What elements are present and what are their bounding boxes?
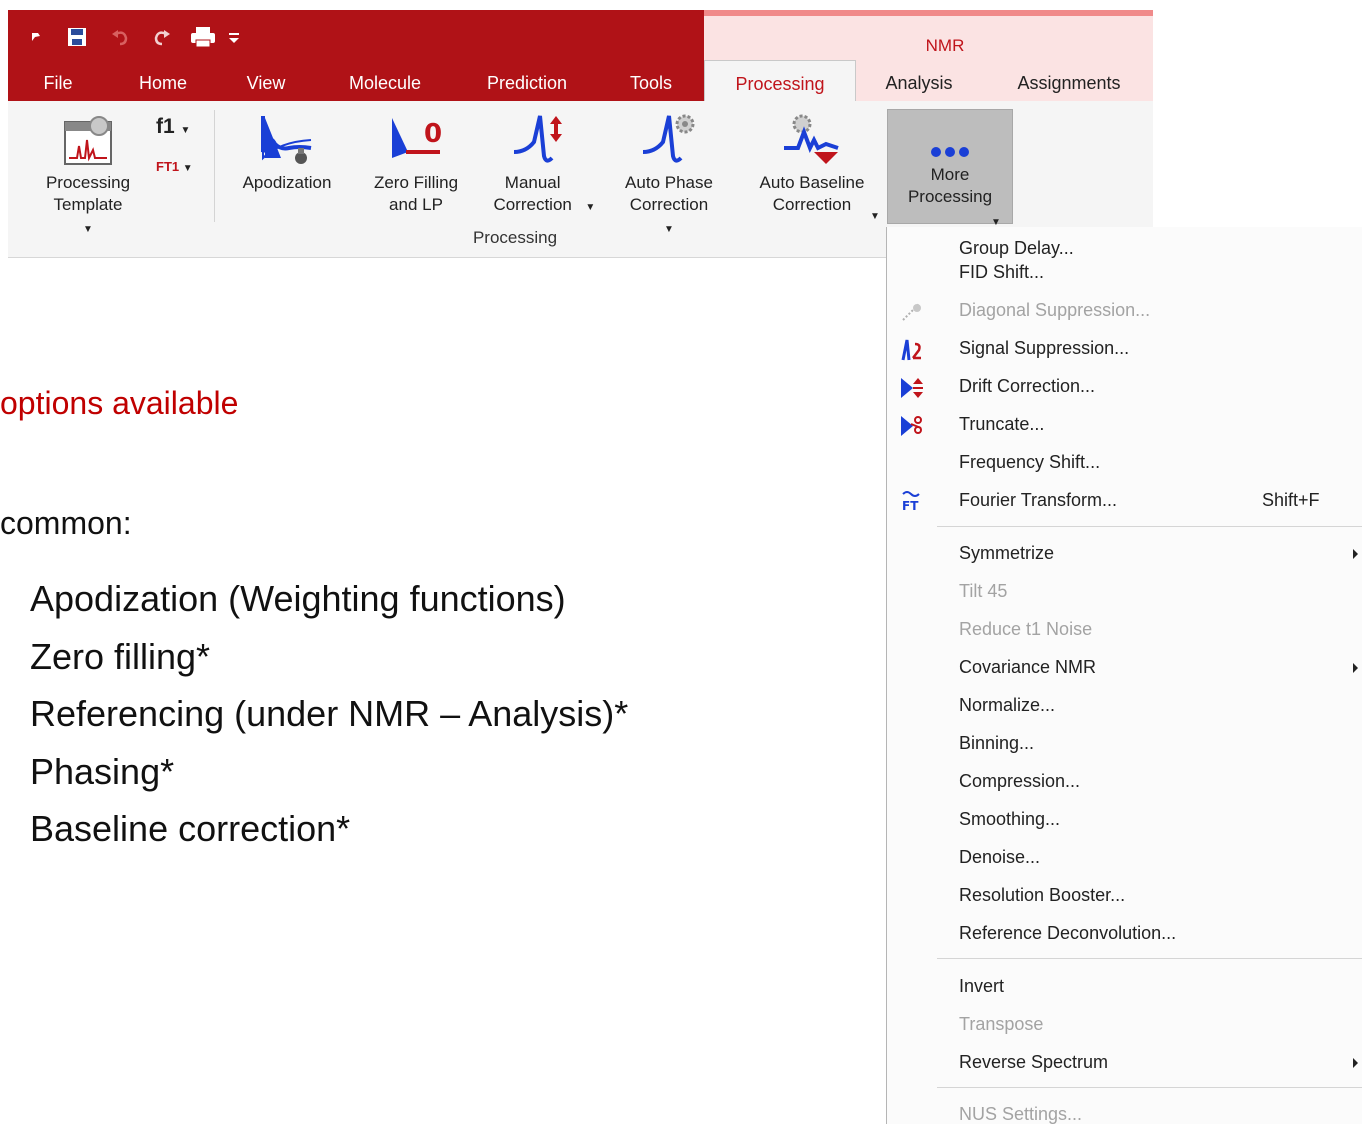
dimension-selector[interactable]: f1 ▼: [156, 116, 206, 142]
menu-item-reverse-spectrum[interactable]: Reverse Spectrum: [959, 1052, 1108, 1073]
customize-toolbar-icon[interactable]: [228, 24, 240, 50]
menu-item-signal-suppression[interactable]: Signal Suppression...: [959, 338, 1129, 359]
auto-phase-label: Auto Phase Correction: [625, 173, 713, 214]
apodization-button[interactable]: Apodization: [228, 112, 346, 194]
menu-separator: [937, 1087, 1362, 1088]
processing-template-button[interactable]: Processing Template ▼: [30, 116, 146, 241]
tab-file[interactable]: File: [40, 66, 76, 100]
menu-item-diagonal-suppression[interactable]: Diagonal Suppression...: [959, 300, 1150, 321]
auto-baseline-label: Auto Baseline Correction: [759, 173, 865, 214]
menu-item-compression[interactable]: Compression...: [959, 771, 1080, 792]
redo-icon[interactable]: [150, 24, 172, 50]
list-item: Referencing (under NMR – Analysis)*: [30, 693, 629, 734]
svg-text:FT: FT: [902, 499, 919, 512]
more-processing-content[interactable]: More Processing ▼: [887, 140, 1013, 228]
app-menu-icon[interactable]: [30, 24, 42, 50]
tab-processing[interactable]: Processing: [704, 60, 856, 103]
auto-baseline-button[interactable]: Auto Baseline Correction ▼: [742, 112, 882, 222]
tab-analysis[interactable]: Analysis: [878, 66, 960, 100]
list-item: Baseline correction*: [30, 808, 351, 849]
save-icon[interactable]: [66, 24, 88, 50]
auto-phase-icon: [642, 114, 695, 163]
list-item: Zero filling*: [30, 635, 211, 677]
tab-tools[interactable]: Tools: [622, 66, 680, 100]
fourier-shortcut-label: Shift+F: [1262, 490, 1320, 510]
apodization-icon: [261, 116, 312, 164]
menu-item-symmetrize[interactable]: Symmetrize: [959, 543, 1054, 564]
manual-phase-icon: [513, 115, 562, 163]
submenu-arrow-icon: [1353, 1058, 1358, 1068]
fourier-transform-icon: FT: [902, 491, 920, 512]
processing-template-label: Processing Template: [45, 173, 131, 214]
menu-item-reduce-t1-noise[interactable]: Reduce t1 Noise: [959, 619, 1092, 640]
menu-item-resolution-booster[interactable]: Resolution Booster...: [959, 885, 1125, 906]
menu-item-truncate[interactable]: Truncate...: [959, 414, 1044, 435]
tab-view[interactable]: View: [240, 66, 292, 100]
ft1-selector[interactable]: FT1 ▼: [156, 156, 206, 180]
menu-item-frequency-shift[interactable]: Frequency Shift...: [959, 452, 1100, 473]
submenu-arrow-icon: [1353, 549, 1358, 559]
menu-item-group-delay[interactable]: Group Delay...: [959, 238, 1074, 259]
menu-item-drift-correction[interactable]: Drift Correction...: [959, 376, 1095, 397]
ft1-label: FT1: [156, 159, 180, 174]
menu-item-invert[interactable]: Invert: [959, 976, 1004, 997]
list-item: Phasing*: [30, 750, 175, 792]
signal-suppression-icon: [901, 339, 921, 361]
processing-steps-list: Apodization (Weighting functions) Zero f…: [30, 577, 628, 865]
processing-group-label: Processing: [472, 228, 558, 247]
print-icon[interactable]: [190, 24, 216, 50]
menu-item-denoise[interactable]: Denoise...: [959, 847, 1040, 868]
diagonal-suppression-icon: [902, 303, 921, 321]
manual-correction-button[interactable]: Manual Correction ▼: [484, 112, 596, 219]
tab-prediction[interactable]: Prediction: [478, 66, 576, 100]
processing-template-icon: [64, 116, 112, 165]
list-item: Apodization (Weighting functions): [30, 578, 566, 619]
menu-item-reference-deconvolution[interactable]: Reference Deconvolution...: [959, 923, 1176, 944]
tab-molecule[interactable]: Molecule: [340, 66, 430, 100]
menu-item-smoothing[interactable]: Smoothing...: [959, 809, 1060, 830]
menu-item-fourier-transform[interactable]: Fourier Transform...: [959, 490, 1117, 511]
menu-separator: [937, 958, 1362, 959]
menu-item-normalize[interactable]: Normalize...: [959, 695, 1055, 716]
auto-baseline-icon: [784, 114, 839, 164]
zero-filling-icon: 0: [392, 118, 442, 158]
drift-correction-icon: [901, 378, 923, 398]
menu-separator: [937, 526, 1362, 527]
menu-item-binning[interactable]: Binning...: [959, 733, 1034, 754]
more-dots-icon: [931, 147, 969, 157]
menu-item-tilt-45[interactable]: Tilt 45: [959, 581, 1007, 602]
ribbon-separator: [214, 110, 215, 222]
menu-item-nus-settings[interactable]: NUS Settings...: [959, 1104, 1082, 1125]
tab-assignments[interactable]: Assignments: [1006, 66, 1132, 100]
common-text: common:: [0, 505, 132, 541]
nmr-context-label: NMR: [925, 36, 965, 55]
apodization-label: Apodization: [242, 173, 332, 192]
f1-label: f1: [156, 115, 175, 138]
menu-item-fid-shift[interactable]: FID Shift...: [959, 262, 1044, 283]
auto-phase-button[interactable]: Auto Phase Correction ▼: [610, 112, 728, 241]
undo-icon[interactable]: [110, 24, 132, 50]
menu-item-covariance-nmr[interactable]: Covariance NMR: [959, 657, 1096, 678]
zero-filling-label: Zero Filling and LP: [373, 173, 459, 214]
svg-text:0: 0: [424, 119, 442, 149]
truncate-icon: [901, 416, 922, 436]
tab-home[interactable]: Home: [130, 66, 196, 100]
options-available-text: options available: [0, 385, 239, 421]
more-processing-label: More Processing: [907, 165, 993, 206]
more-processing-menu: Group Delay... FID Shift... Diagonal Sup…: [886, 227, 1362, 1124]
zero-filling-button[interactable]: 0 Zero Filling and LP: [360, 112, 472, 216]
manual-correction-label: Manual Correction: [493, 173, 572, 214]
menu-item-transpose[interactable]: Transpose: [959, 1014, 1043, 1035]
submenu-arrow-icon: [1353, 663, 1358, 673]
